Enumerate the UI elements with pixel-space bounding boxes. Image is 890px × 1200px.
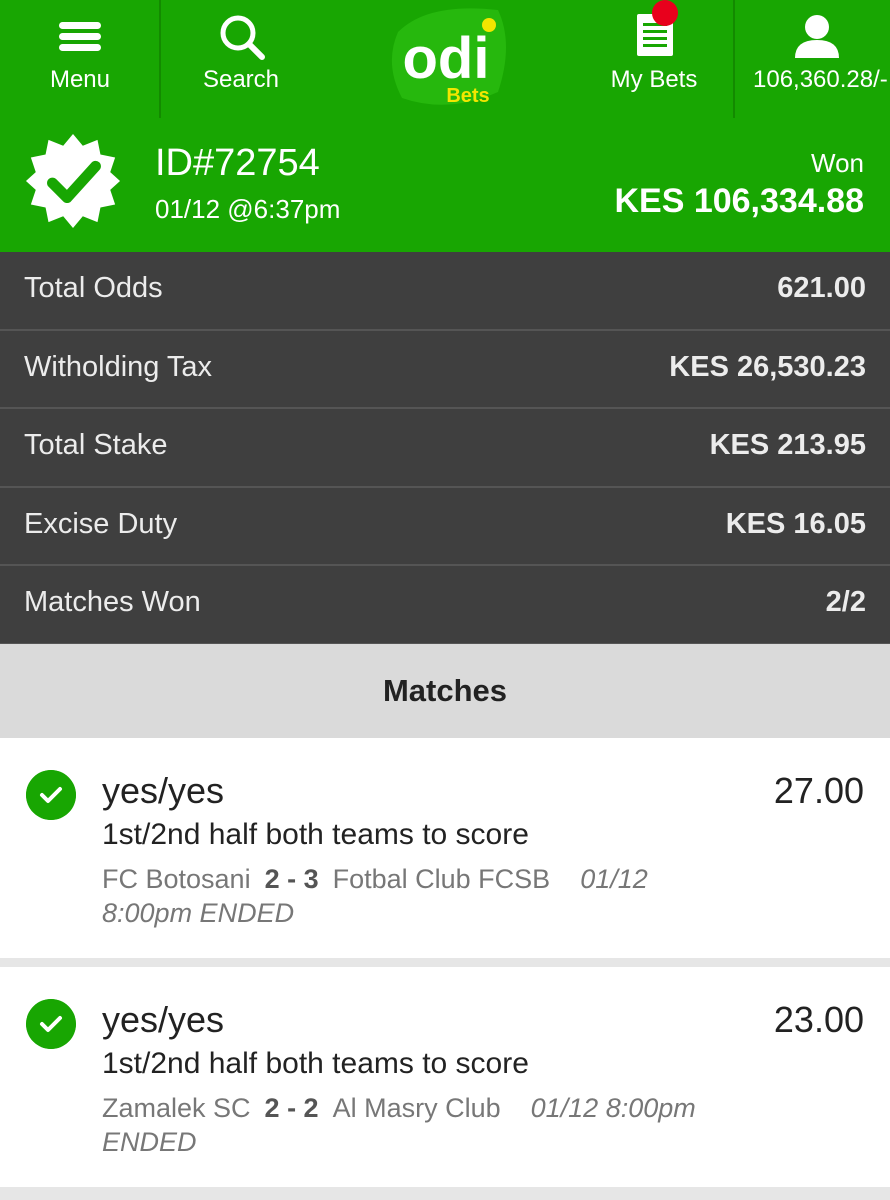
- matches-title: Matches: [382, 673, 508, 708]
- match-score: 2 - 3: [264, 864, 319, 894]
- bet-status: Won: [811, 148, 864, 178]
- odibets-logo[interactable]: odi Bets: [388, 4, 512, 110]
- bet-date: 01/12 @6:37pm: [155, 194, 341, 224]
- match-odds: 23.00: [773, 999, 864, 1040]
- check-circle-icon: [26, 770, 76, 820]
- account-button[interactable]: 106,360.28/-: [735, 0, 890, 118]
- bet-header: ID#72754 01/12 @6:37pm Won KES 106,334.8…: [0, 118, 890, 252]
- menu-icon: [59, 22, 101, 51]
- search-button[interactable]: Search: [161, 0, 321, 118]
- summary-value: 2/2: [825, 586, 866, 618]
- won-amount: KES 106,334.88: [614, 182, 864, 220]
- match-odds: 27.00: [773, 770, 864, 811]
- home-team: FC Botosani: [102, 864, 251, 894]
- summary-label: Total Odds: [24, 272, 163, 304]
- summary-row-matches-won: Matches Won 2/2: [0, 566, 890, 645]
- match-score: 2 - 2: [264, 1093, 319, 1123]
- logo-subtext: Bets: [446, 85, 489, 107]
- my-bets-label: My Bets: [610, 66, 698, 93]
- search-label: Search: [202, 66, 280, 93]
- summary-row-excise-duty: Excise Duty KES 16.05: [0, 487, 890, 566]
- balance-label: 106,360.28/-: [753, 66, 888, 93]
- match-details: FC Botosani 2 - 3 Fotbal Club FCSB 01/12 8:…: [102, 862, 722, 930]
- summary-value: KES 16.05: [725, 507, 866, 540]
- match-pick: yes/yes: [102, 770, 225, 811]
- summary-row-total-odds: Total Odds 621.00: [0, 252, 890, 331]
- away-team: Fotbal Club FCSB: [332, 864, 551, 894]
- notification-dot: [652, 0, 678, 26]
- menu-label: Menu: [49, 66, 111, 93]
- summary-value: KES 26,530.23: [669, 350, 866, 383]
- summary-label: Excise Duty: [24, 507, 178, 540]
- bet-id: ID#72754: [155, 142, 320, 184]
- summary-label: Total Stake: [24, 429, 168, 461]
- summary-value: KES 213.95: [709, 429, 866, 461]
- summary-label: Matches Won: [24, 586, 201, 618]
- match-pick: yes/yes: [102, 999, 225, 1040]
- match-market: 1st/2nd half both teams to score: [102, 818, 529, 851]
- user-icon: [795, 15, 839, 58]
- summary-value: 621.00: [777, 272, 866, 304]
- match-details: Zamalek SC 2 - 2 Al Masry Club 01/12 8:00pm…: [102, 1091, 722, 1159]
- match-card[interactable]: yes/yes 27.00 1st/2nd half both teams to…: [0, 738, 890, 958]
- matches-heading-bar: Matches: [0, 644, 890, 738]
- summary-label: Witholding Tax: [24, 350, 213, 383]
- summary-row-total-stake: Total Stake KES 213.95: [0, 409, 890, 488]
- summary-row-witholding-tax: Witholding Tax KES 26,530.23: [0, 330, 890, 409]
- my-bets-button[interactable]: My Bets: [575, 0, 733, 118]
- search-icon: [220, 15, 265, 60]
- match-card[interactable]: yes/yes 23.00 1st/2nd half both teams to…: [0, 967, 890, 1187]
- match-market: 1st/2nd half both teams to score: [102, 1047, 529, 1080]
- menu-button[interactable]: Menu: [0, 0, 160, 118]
- away-team: Al Masry Club: [332, 1093, 501, 1123]
- check-circle-icon: [26, 999, 76, 1049]
- home-team: Zamalek SC: [102, 1093, 251, 1123]
- verified-badge-icon: [25, 133, 121, 229]
- logo-text: odi: [403, 26, 490, 91]
- top-nav-bar: Menu Search odi Bets My Bets 106,360.28/…: [0, 0, 890, 118]
- bet-summary: Total Odds 621.00 Witholding Tax KES 26,…: [0, 252, 890, 645]
